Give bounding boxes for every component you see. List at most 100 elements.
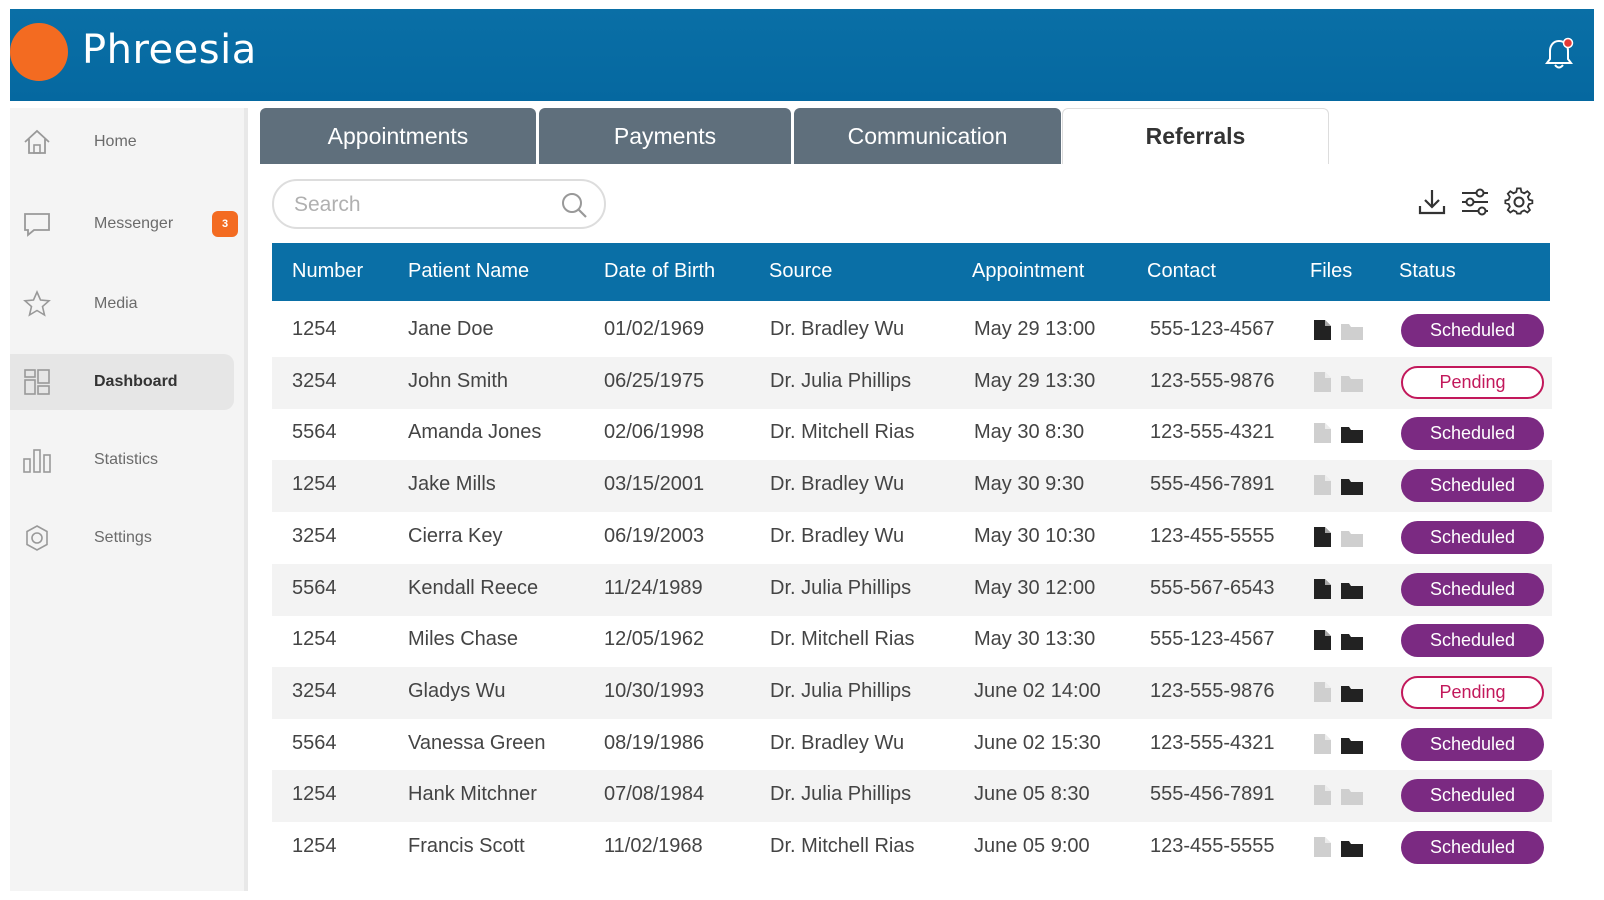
status-badge[interactable]: Pending <box>1401 675 1544 709</box>
column-header-number[interactable]: Number <box>292 260 363 283</box>
sidebar-item-home[interactable]: Home <box>10 114 234 170</box>
cell-contact: 555-123-4567 <box>1150 318 1275 340</box>
column-header-date-of-birth[interactable]: Date of Birth <box>604 260 715 283</box>
file-icon[interactable] <box>1312 733 1332 755</box>
cell-patient-name: Jane Doe <box>408 318 494 340</box>
cell-number: 1254 <box>292 318 337 340</box>
status-badge[interactable]: Scheduled <box>1401 520 1544 554</box>
gear-icon[interactable] <box>1504 187 1534 217</box>
status-badge[interactable]: Scheduled <box>1401 314 1544 347</box>
file-icon[interactable] <box>1312 784 1332 806</box>
cell-appointment: June 02 14:00 <box>974 679 1101 702</box>
table-row[interactable]: 1254 Miles Chase 12/05/1962 Dr. Mitchell Ri… <box>272 615 1552 667</box>
file-icon[interactable] <box>1312 836 1332 858</box>
cell-appointment: May 30 8:30 <box>974 421 1085 444</box>
status-badge[interactable]: Scheduled <box>1401 831 1544 864</box>
sidebar-item-label: Home <box>94 133 137 150</box>
star-icon <box>23 290 51 317</box>
file-icon[interactable] <box>1312 474 1332 496</box>
cell-contact: 555-456-7891 <box>1150 783 1275 806</box>
cell-contact: 123-455-5555 <box>1150 835 1275 857</box>
column-header-contact[interactable]: Contact <box>1147 260 1216 283</box>
cell-appointment: May 29 13:00 <box>974 318 1096 340</box>
column-header-appointment[interactable]: Appointment <box>972 260 1084 283</box>
table-row[interactable]: 5564 Vanessa Green 08/19/1986 Dr. Bradley W… <box>272 719 1552 771</box>
cell-contact: 123-555-9876 <box>1150 679 1275 702</box>
folder-icon[interactable] <box>1340 838 1364 858</box>
download-icon[interactable] <box>1417 187 1447 217</box>
tab-appointments[interactable]: Appointments <box>260 108 536 164</box>
table-row[interactable]: 3254 Gladys Wu 10/30/1993 Dr. Julia Phillip… <box>272 666 1552 719</box>
top-bar: Phreesia <box>10 9 1594 101</box>
file-icon[interactable] <box>1312 526 1332 548</box>
cell-number: 5564 <box>292 421 337 444</box>
column-header-patient-name[interactable]: Patient Name <box>408 260 529 283</box>
column-header-files[interactable]: Files <box>1310 260 1352 283</box>
table-row[interactable]: 5564 Kendall Reece 11/24/1989 Dr. Julia Phi… <box>272 563 1552 616</box>
sidebar-item-dashboard[interactable]: Dashboard <box>10 354 234 410</box>
table-row[interactable]: 3254 Cierra Key 06/19/2003 Dr. Bradley Wu Ma… <box>272 512 1552 564</box>
cell-appointment: May 30 12:00 <box>974 576 1096 599</box>
tab-payments[interactable]: Payments <box>539 108 791 164</box>
tab-communication[interactable]: Communication <box>794 108 1061 164</box>
table-row[interactable]: 5564 Amanda Jones 02/06/1998 Dr. Mitchell R… <box>272 408 1552 460</box>
sidebar-item-settings[interactable]: Settings <box>10 510 234 566</box>
cell-appointment: June 02 15:30 <box>974 731 1101 754</box>
folder-icon[interactable] <box>1340 683 1364 703</box>
folder-icon[interactable] <box>1340 631 1364 651</box>
cell-source: Dr. Julia Phillips <box>770 576 912 599</box>
cell-date-of-birth: 01/02/1969 <box>604 318 705 340</box>
filter-icon[interactable] <box>1460 187 1490 217</box>
search-box <box>272 179 606 229</box>
status-badge[interactable]: Scheduled <box>1401 469 1544 503</box>
column-header-status[interactable]: Status <box>1399 260 1456 283</box>
folder-icon[interactable] <box>1340 786 1364 806</box>
cell-number: 1254 <box>292 835 337 857</box>
cell-date-of-birth: 03/15/2001 <box>604 473 705 496</box>
cell-appointment: May 30 10:30 <box>974 524 1096 547</box>
table-row[interactable]: 1254 Jake Mills 03/15/2001 Dr. Bradley Wu Ma… <box>272 460 1552 513</box>
table-row[interactable]: 1254 Hank Mitchner 07/08/1984 Dr. Julia Phi… <box>272 770 1552 823</box>
sidebar-item-label: Messenger <box>94 215 174 232</box>
cell-date-of-birth: 06/25/1975 <box>604 369 705 392</box>
cell-patient-name: Hank Mitchner <box>408 783 537 806</box>
sidebar-item-media[interactable]: Media <box>10 276 234 332</box>
folder-icon[interactable] <box>1340 580 1364 600</box>
cell-patient-name: Vanessa Green <box>408 731 546 754</box>
status-badge[interactable]: Scheduled <box>1401 417 1544 451</box>
status-badge[interactable]: Scheduled <box>1401 779 1544 813</box>
status-badge[interactable]: Scheduled <box>1401 624 1544 658</box>
cell-date-of-birth: 02/06/1998 <box>604 421 705 444</box>
cell-number: 1254 <box>292 473 337 496</box>
notification-bell-icon[interactable] <box>1544 37 1574 71</box>
search-input[interactable] <box>294 191 544 219</box>
tab-referrals[interactable]: Referrals <box>1062 108 1329 164</box>
file-icon[interactable] <box>1312 578 1332 600</box>
folder-icon[interactable] <box>1340 476 1364 496</box>
cell-source: Dr. Bradley Wu <box>770 524 905 547</box>
status-badge[interactable]: Scheduled <box>1401 727 1544 761</box>
cell-date-of-birth: 12/05/1962 <box>604 628 705 651</box>
status-badge[interactable]: Pending <box>1401 365 1544 399</box>
folder-icon[interactable] <box>1340 528 1364 548</box>
table-row[interactable]: 1254 Francis Scott 11/02/1968 Dr. Mitchell … <box>272 822 1552 874</box>
folder-icon[interactable] <box>1340 424 1364 444</box>
table-row[interactable]: 3254 John Smith 06/25/1975 Dr. Julia Philli… <box>272 356 1552 409</box>
file-icon[interactable] <box>1312 681 1332 703</box>
search-icon[interactable] <box>560 191 588 219</box>
cell-date-of-birth: 11/24/1989 <box>604 576 703 599</box>
file-icon[interactable] <box>1312 422 1332 444</box>
column-header-source[interactable]: Source <box>769 260 832 283</box>
sidebar-item-messenger[interactable]: Messenger 3 <box>10 196 238 252</box>
folder-icon[interactable] <box>1340 321 1364 341</box>
file-icon[interactable] <box>1312 629 1332 651</box>
table-row[interactable]: 1254 Jane Doe 01/02/1969 Dr. Bradley Wu May … <box>272 305 1552 357</box>
sidebar-item-label: Media <box>94 295 138 312</box>
file-icon[interactable] <box>1312 371 1332 393</box>
folder-icon[interactable] <box>1340 373 1364 393</box>
folder-icon[interactable] <box>1340 735 1364 755</box>
sidebar-item-statistics[interactable]: Statistics <box>10 432 234 488</box>
file-icon[interactable] <box>1312 319 1332 341</box>
status-badge[interactable]: Scheduled <box>1401 572 1544 606</box>
cell-number: 1254 <box>292 783 337 806</box>
